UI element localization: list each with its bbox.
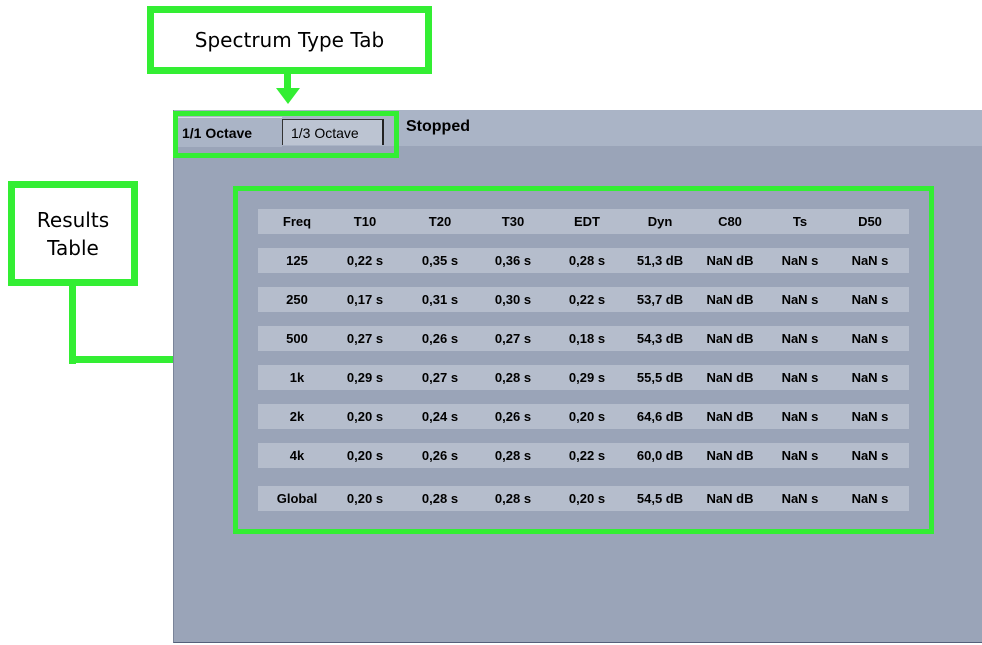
table-header-cell: C80 xyxy=(718,214,742,229)
table-cell: NaN s xyxy=(851,409,889,424)
table-row: 250 0,17 s 0,31 s 0,30 s 0,22 s 53,7 dB NaN dB… xyxy=(258,287,909,312)
table-cell: 0,26 s xyxy=(421,448,459,463)
table-cell: NaN s xyxy=(851,448,889,463)
table-cell: NaN dB xyxy=(706,253,754,268)
table-cell: NaN s xyxy=(781,292,819,307)
table-cell: NaN s xyxy=(851,292,889,307)
callout-spectrum-type-tab: Spectrum Type Tab xyxy=(147,6,432,74)
table-cell: NaN s xyxy=(781,491,819,506)
arrow-results-vertical xyxy=(69,286,76,364)
table-cell: 0,24 s xyxy=(421,409,459,424)
table-cell: NaN dB xyxy=(706,370,754,385)
table-cell: 0,22 s xyxy=(568,448,606,463)
table-cell: 54,5 dB xyxy=(636,491,684,506)
table-cell: 0,20 s xyxy=(346,448,384,463)
table-cell: 2k xyxy=(289,409,305,424)
table-header-cell: Dyn xyxy=(647,214,673,229)
callout-results-label-2: Table xyxy=(47,235,99,260)
table-cell: 0,31 s xyxy=(421,292,459,307)
table-row: 500 0,27 s 0,26 s 0,27 s 0,18 s 54,3 dB NaN dB… xyxy=(258,326,909,351)
table-cell: 0,17 s xyxy=(346,292,384,307)
table-cell: 0,29 s xyxy=(568,370,606,385)
table-cell: 0,35 s xyxy=(421,253,459,268)
table-cell: 0,20 s xyxy=(346,409,384,424)
table-cell: 0,22 s xyxy=(346,253,384,268)
table-cell: 0,27 s xyxy=(494,331,532,346)
table-cell: 0,30 s xyxy=(494,292,532,307)
table-cell: NaN s xyxy=(781,331,819,346)
table-cell: 0,26 s xyxy=(421,331,459,346)
table-cell: 55,5 dB xyxy=(636,370,684,385)
table-cell: NaN s xyxy=(851,253,889,268)
table-row: 2k 0,20 s 0,24 s 0,26 s 0,20 s 64,6 dB NaN dB N… xyxy=(258,404,909,429)
table-cell: NaN s xyxy=(781,370,819,385)
table-cell: Global xyxy=(276,491,318,506)
table-header-cell: T30 xyxy=(501,214,525,229)
table-header-cell: Freq xyxy=(282,214,312,229)
table-cell: NaN dB xyxy=(706,491,754,506)
table-row: Global 0,20 s 0,28 s 0,28 s 0,20 s 54,5 dB NaN… xyxy=(258,486,909,511)
table-cell: 0,28 s xyxy=(568,253,606,268)
table-cell: 0,27 s xyxy=(346,331,384,346)
table-cell: NaN s xyxy=(781,409,819,424)
table-cell: 250 xyxy=(286,292,308,307)
callout-results-table: Results Table xyxy=(8,181,138,286)
table-cell: 0,22 s xyxy=(568,292,606,307)
table-header-cell: T20 xyxy=(428,214,452,229)
tab-1-1-octave-label: 1/1 Octave xyxy=(182,124,253,141)
table-row: 4k 0,20 s 0,26 s 0,28 s 0,22 s 60,0 dB NaN dB N… xyxy=(258,443,909,468)
table-cell: 0,28 s xyxy=(494,491,532,506)
table-header-cell: D50 xyxy=(858,214,882,229)
table-cell: NaN dB xyxy=(706,331,754,346)
table-cell: 0,27 s xyxy=(421,370,459,385)
table-cell: NaN dB xyxy=(706,448,754,463)
table-cell: 60,0 dB xyxy=(636,448,684,463)
table-cell: 54,3 dB xyxy=(636,331,684,346)
table-cell: 53,7 dB xyxy=(636,292,684,307)
table-cell: 0,29 s xyxy=(346,370,384,385)
table-cell: NaN s xyxy=(851,491,889,506)
callout-spectrum-label: Spectrum Type Tab xyxy=(194,28,385,52)
table-cell: NaN dB xyxy=(706,292,754,307)
table-cell: 51,3 dB xyxy=(636,253,684,268)
table-cell: NaN s xyxy=(781,448,819,463)
table-cell: NaN s xyxy=(851,370,889,385)
tab-1-1-octave[interactable]: 1/1 Octave xyxy=(174,117,282,147)
table-cell: 0,20 s xyxy=(568,409,606,424)
table-cell: 0,20 s xyxy=(346,491,384,506)
table-row: 125 0,22 s 0,35 s 0,36 s 0,28 s 51,3 dB NaN dB… xyxy=(258,248,909,273)
table-cell: 0,28 s xyxy=(421,491,459,506)
table-cell: NaN s xyxy=(851,331,889,346)
tab-1-3-octave[interactable]: 1/3 Octave xyxy=(282,119,384,145)
table-row: 1k 0,29 s 0,27 s 0,28 s 0,29 s 55,5 dB NaN dB N… xyxy=(258,365,909,390)
table-cell: NaN dB xyxy=(706,409,754,424)
table-header-cell: Ts xyxy=(792,214,808,229)
table-cell: 125 xyxy=(286,253,308,268)
tab-bar: 1/1 Octave 1/3 Octave Stopped xyxy=(174,110,982,147)
table-cell: 0,26 s xyxy=(494,409,532,424)
table-header-cell: T10 xyxy=(353,214,377,229)
table-cell: 0,18 s xyxy=(568,331,606,346)
table-cell: 1k xyxy=(289,370,305,385)
table-header-row: Freq T10 T20 T30 EDT Dyn C80 Ts D50 xyxy=(258,209,909,234)
table-cell: 4k xyxy=(289,448,305,463)
table-cell: 0,36 s xyxy=(494,253,532,268)
table-cell: 0,28 s xyxy=(494,448,532,463)
arrow-spectrum-head xyxy=(276,88,300,104)
table-cell: 500 xyxy=(286,331,308,346)
table-cell: 64,6 dB xyxy=(636,409,684,424)
status-text: Stopped xyxy=(406,118,470,135)
table-cell: NaN s xyxy=(781,253,819,268)
tab-1-3-octave-label: 1/3 Octave xyxy=(291,124,359,141)
callout-results-label-1: Results xyxy=(36,207,110,232)
table-cell: 0,28 s xyxy=(494,370,532,385)
table-cell: 0,20 s xyxy=(568,491,606,506)
table-header-cell: EDT xyxy=(574,214,600,229)
